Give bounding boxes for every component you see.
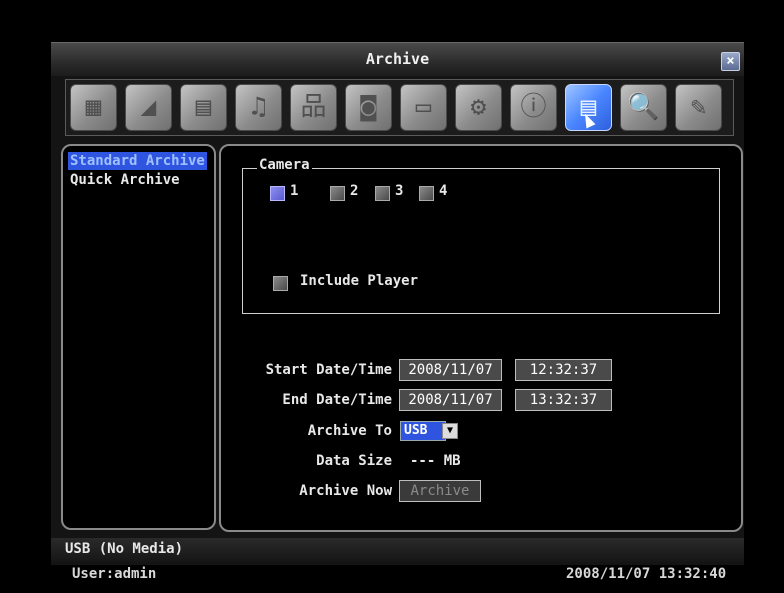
start-time-field[interactable]: 12:32:37 xyxy=(515,359,612,381)
camera-4-label: 4 xyxy=(439,183,448,199)
archive-to-label: Archive To xyxy=(307,423,392,439)
start-datetime-label: Start Date/Time xyxy=(265,362,392,378)
alarm-bell-icon[interactable]: ♫ xyxy=(235,84,282,131)
camera-group-legend: Camera xyxy=(257,157,312,173)
data-size-label: Data Size xyxy=(316,453,392,469)
schedule-icon[interactable]: ▤ xyxy=(180,84,227,131)
camera-4-checkbox[interactable] xyxy=(419,186,434,201)
toolbar: ▦ ◢ ▤ ♫ 品 ◙ ▭ ⚙ ⓘ ▤ 🔍 ✎ xyxy=(65,79,734,136)
camera-3-checkbox[interactable] xyxy=(375,186,390,201)
menu-item-quick-archive[interactable]: Quick Archive xyxy=(68,171,182,189)
include-player-label: Include Player xyxy=(300,273,419,289)
camera-1-label: 1 xyxy=(290,183,299,199)
camera-1-checkbox[interactable] xyxy=(270,186,285,201)
end-date-field[interactable]: 2008/11/07 xyxy=(399,389,502,411)
archive-to-select[interactable]: USB xyxy=(400,421,446,441)
window-title: Archive xyxy=(365,50,430,68)
display-icon[interactable]: ▭ xyxy=(400,84,447,131)
camera-2-label: 2 xyxy=(350,183,359,199)
camera-3-label: 3 xyxy=(395,183,404,199)
include-player-checkbox[interactable] xyxy=(273,276,288,291)
camera-2-checkbox[interactable] xyxy=(330,186,345,201)
status-bar: USB (No Media) xyxy=(51,538,744,562)
end-datetime-label: End Date/Time xyxy=(282,392,392,408)
status-text: USB (No Media) xyxy=(65,541,184,557)
chevron-down-icon[interactable]: ▼ xyxy=(442,423,458,439)
camera-icon[interactable]: ◢ xyxy=(125,84,172,131)
disk-icon[interactable]: ◙ xyxy=(345,84,392,131)
network-icon[interactable]: 品 xyxy=(290,84,337,131)
gear-icon[interactable]: ⚙ xyxy=(455,84,502,131)
system-datetime: 2008/11/07 13:32:40 xyxy=(566,566,727,582)
search-icon[interactable]: 🔍 xyxy=(620,84,667,131)
current-user: User:admin xyxy=(72,566,157,582)
menu-item-standard-archive[interactable]: Standard Archive xyxy=(68,152,207,170)
data-size-value: --- MB xyxy=(410,453,461,469)
title-bar: Archive × xyxy=(51,42,744,76)
close-icon[interactable]: × xyxy=(721,52,740,71)
archive-now-label: Archive Now xyxy=(299,483,392,499)
camera-group xyxy=(242,168,720,314)
film-icon[interactable]: ▦ xyxy=(70,84,117,131)
archive-menu: Standard Archive Quick Archive xyxy=(61,144,216,530)
tools-icon[interactable]: ✎ xyxy=(675,84,722,131)
info-icon[interactable]: ⓘ xyxy=(510,84,557,131)
end-time-field[interactable]: 13:32:37 xyxy=(515,389,612,411)
start-date-field[interactable]: 2008/11/07 xyxy=(399,359,502,381)
archive-button[interactable]: Archive xyxy=(399,480,481,502)
